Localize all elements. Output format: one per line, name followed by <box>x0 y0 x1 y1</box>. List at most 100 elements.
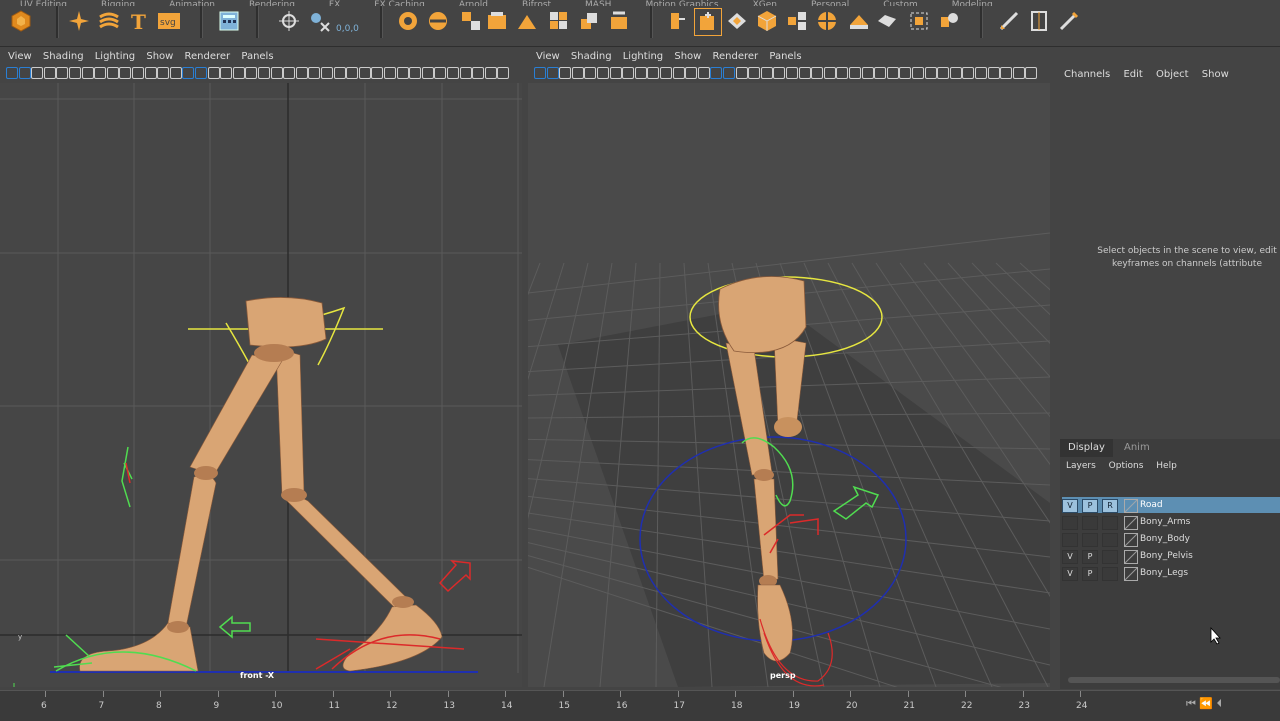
front-menu-show[interactable]: Show <box>146 47 173 67</box>
layer-toggle-v[interactable]: V <box>1062 550 1078 564</box>
shelf-tab[interactable]: XGen <box>753 0 777 6</box>
layer-toggle-p[interactable]: P <box>1082 567 1098 581</box>
channels-menu[interactable]: Channels <box>1064 65 1110 85</box>
viewport-toolbar-icon[interactable] <box>874 67 887 79</box>
viewport-toolbar-icon[interactable] <box>849 67 861 79</box>
persp-menu-view[interactable]: View <box>536 47 560 67</box>
help-menu[interactable]: Help <box>1156 461 1177 471</box>
layer-toggle-p[interactable] <box>1082 533 1098 547</box>
viewport-toolbar-icon[interactable] <box>396 67 409 79</box>
viewport-toolbar-icon[interactable] <box>43 67 56 79</box>
viewport-toolbar-icon[interactable] <box>937 67 950 79</box>
persp-menu-shading[interactable]: Shading <box>571 47 612 67</box>
layer-toggle-p[interactable]: P <box>1082 550 1098 564</box>
front-menu-renderer[interactable]: Renderer <box>185 47 231 67</box>
viewport-toolbar-icon[interactable] <box>1012 67 1025 79</box>
viewport-toolbar-icon[interactable] <box>346 67 359 79</box>
viewport-toolbar-icon[interactable] <box>559 67 572 79</box>
viewport-toolbar-icon[interactable] <box>459 67 472 79</box>
layer-toggle-p[interactable]: P <box>1082 499 1098 513</box>
layer-toggle-r[interactable] <box>1102 550 1118 564</box>
playback-controls[interactable]: ⏮ ⏪ ⏴ <box>1186 697 1222 711</box>
tab-anim[interactable]: Anim <box>1116 439 1158 457</box>
layer-toggle-v[interactable] <box>1062 533 1078 547</box>
pencil-icon[interactable] <box>936 8 962 34</box>
viewport-toolbar-icon[interactable] <box>144 67 157 79</box>
layer-row[interactable]: Bony_Arms <box>1062 514 1280 530</box>
curve-draw-icon[interactable] <box>996 8 1022 34</box>
front-scene[interactable] <box>0 83 522 687</box>
viewport-toolbar-icon[interactable] <box>1000 67 1013 79</box>
viewport-toolbar-icon[interactable] <box>634 67 647 79</box>
uv-sphere-icon[interactable] <box>754 8 780 34</box>
extrude-icon[interactable] <box>576 8 602 34</box>
viewport-toolbar-icon[interactable] <box>962 67 975 79</box>
lattice-icon[interactable] <box>395 8 421 34</box>
shelf-tab[interactable]: Modeling <box>952 0 993 6</box>
constraint-icon[interactable] <box>306 8 332 34</box>
persp-menu-show[interactable]: Show <box>674 47 701 67</box>
retopo-icon[interactable] <box>724 8 750 34</box>
viewport-toolbar-icon[interactable] <box>409 67 422 79</box>
layer-row[interactable]: V P Bony_Legs <box>1062 565 1280 581</box>
viewport-toolbar-icon[interactable] <box>81 67 94 79</box>
viewport-toolbar-icon[interactable] <box>949 67 962 79</box>
shelf-tab[interactable]: Rigging <box>101 0 135 6</box>
viewport-toolbar-icon[interactable] <box>472 67 485 79</box>
viewport-toolbar-icon[interactable] <box>132 67 144 79</box>
viewport-toolbar-icon[interactable] <box>798 67 811 79</box>
viewport-toolbar-icon[interactable] <box>31 67 44 79</box>
combine-icon[interactable] <box>606 8 632 34</box>
tab-display[interactable]: Display <box>1060 439 1113 457</box>
text-icon[interactable]: T <box>126 8 152 34</box>
layer-toggle-p[interactable] <box>1082 516 1098 530</box>
star-tool-icon[interactable] <box>66 8 92 34</box>
viewport-toolbar-icon[interactable] <box>308 67 321 79</box>
viewport-toolbar-icon[interactable] <box>434 67 447 79</box>
viewport-toolbar-icon[interactable] <box>886 67 899 79</box>
viewport-toolbar-icon[interactable] <box>660 67 672 79</box>
viewport-toolbar-icon[interactable] <box>358 67 371 79</box>
viewport-toolbar-icon[interactable] <box>723 67 735 79</box>
viewport-toolbar-icon[interactable] <box>584 67 597 79</box>
show-menu[interactable]: Show <box>1202 65 1229 85</box>
viewport-toolbar-icon[interactable] <box>18 67 31 79</box>
viewport-toolbar-icon[interactable] <box>760 67 773 79</box>
viewport-toolbar-icon[interactable] <box>647 67 660 79</box>
viewport-toolbar-icon[interactable] <box>245 67 258 79</box>
separate-icon[interactable] <box>664 8 690 34</box>
cube-tool-icon[interactable] <box>458 8 484 34</box>
locator-icon[interactable] <box>276 8 302 34</box>
viewport-toolbar-icon[interactable] <box>735 67 748 79</box>
layer-scrollbar[interactable] <box>1068 677 1280 683</box>
shelf-tab[interactable]: MASH <box>585 0 611 6</box>
layer-color-icon[interactable] <box>1124 550 1138 564</box>
viewport-toolbar-icon[interactable] <box>220 67 233 79</box>
viewport-toolbar-icon[interactable] <box>56 67 69 79</box>
bridge-icon[interactable] <box>846 8 872 34</box>
viewport-toolbar-icon[interactable] <box>333 67 346 79</box>
bounding-box-icon[interactable] <box>1026 8 1052 34</box>
layer-toggle-r[interactable] <box>1102 533 1118 547</box>
viewport-toolbar-icon[interactable] <box>571 67 584 79</box>
shelf-tab[interactable]: Animation <box>169 0 215 6</box>
viewport-toolbar-icon[interactable] <box>811 67 824 79</box>
draw-icon[interactable] <box>874 8 900 34</box>
layer-color-icon[interactable] <box>1124 567 1138 581</box>
poly-cube-icon[interactable] <box>484 8 510 34</box>
viewport-toolbar-icon[interactable] <box>786 67 798 79</box>
viewport-toolbar-icon[interactable] <box>597 67 609 79</box>
mirror-icon[interactable] <box>814 8 840 34</box>
shelf-tab[interactable]: UV Editing <box>20 0 67 6</box>
shelf-tab[interactable]: Bifrost <box>522 0 551 6</box>
viewport-toolbar-icon[interactable] <box>119 67 132 79</box>
wrap-icon[interactable] <box>425 8 451 34</box>
viewport-toolbar-icon[interactable] <box>861 67 874 79</box>
layer-row[interactable]: V P Bony_Pelvis <box>1062 548 1280 564</box>
viewport-toolbar-icon[interactable] <box>836 67 849 79</box>
viewport-toolbar-icon[interactable] <box>157 67 170 79</box>
viewport-toolbar-icon[interactable] <box>912 67 924 79</box>
bend-icon[interactable] <box>514 8 540 34</box>
shelf-tab[interactable]: Personal <box>811 0 849 6</box>
layer-color-icon[interactable] <box>1124 499 1138 513</box>
